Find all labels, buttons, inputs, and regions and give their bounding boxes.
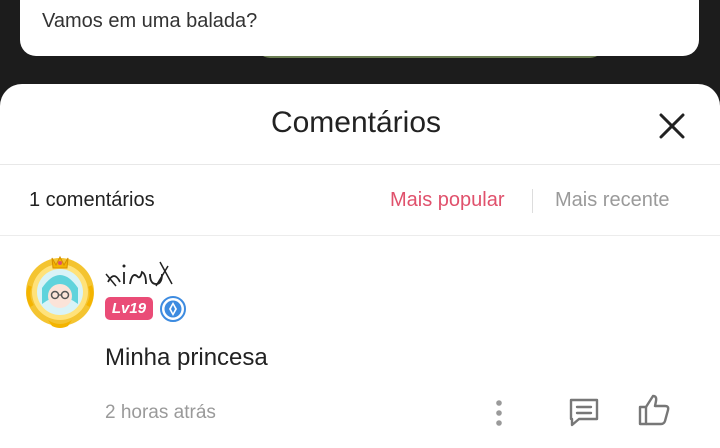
- like-icon: [638, 394, 670, 426]
- sheet-title: Comentários: [270, 106, 442, 139]
- verified-badge-icon: [160, 296, 186, 322]
- reply-button[interactable]: [566, 394, 602, 430]
- comment-item: Lv19 Minha princesa 2 horas atrás: [0, 236, 720, 448]
- close-button[interactable]: [652, 106, 692, 146]
- level-badge: Lv19: [105, 297, 153, 320]
- post-card: Vamos em uma balada?: [20, 0, 699, 56]
- post-text: Vamos em uma balada?: [42, 10, 258, 32]
- avatar[interactable]: [22, 252, 98, 328]
- reply-icon: [569, 398, 599, 427]
- sort-recent-tab[interactable]: Mais recente: [555, 189, 670, 212]
- sort-divider: [532, 189, 533, 213]
- username[interactable]: [104, 252, 174, 292]
- comments-sheet: Comentários 1 comentários Mais popular M…: [0, 84, 720, 448]
- username-stylized-text: [105, 261, 173, 287]
- sort-popular-tab[interactable]: Mais popular: [390, 189, 505, 212]
- comment-count: 1 comentários: [29, 189, 155, 211]
- sheet-header: Comentários: [0, 84, 720, 165]
- comment-timestamp: 2 horas atrás: [105, 402, 216, 423]
- more-options-icon: [496, 400, 502, 426]
- close-icon: [659, 113, 685, 139]
- sort-bar: 1 comentários Mais popular Mais recente: [0, 165, 720, 236]
- like-button[interactable]: [636, 392, 672, 428]
- more-options-button[interactable]: [486, 396, 512, 430]
- comment-text: Minha princesa: [105, 344, 268, 371]
- avatar-frame-icon: [26, 255, 94, 328]
